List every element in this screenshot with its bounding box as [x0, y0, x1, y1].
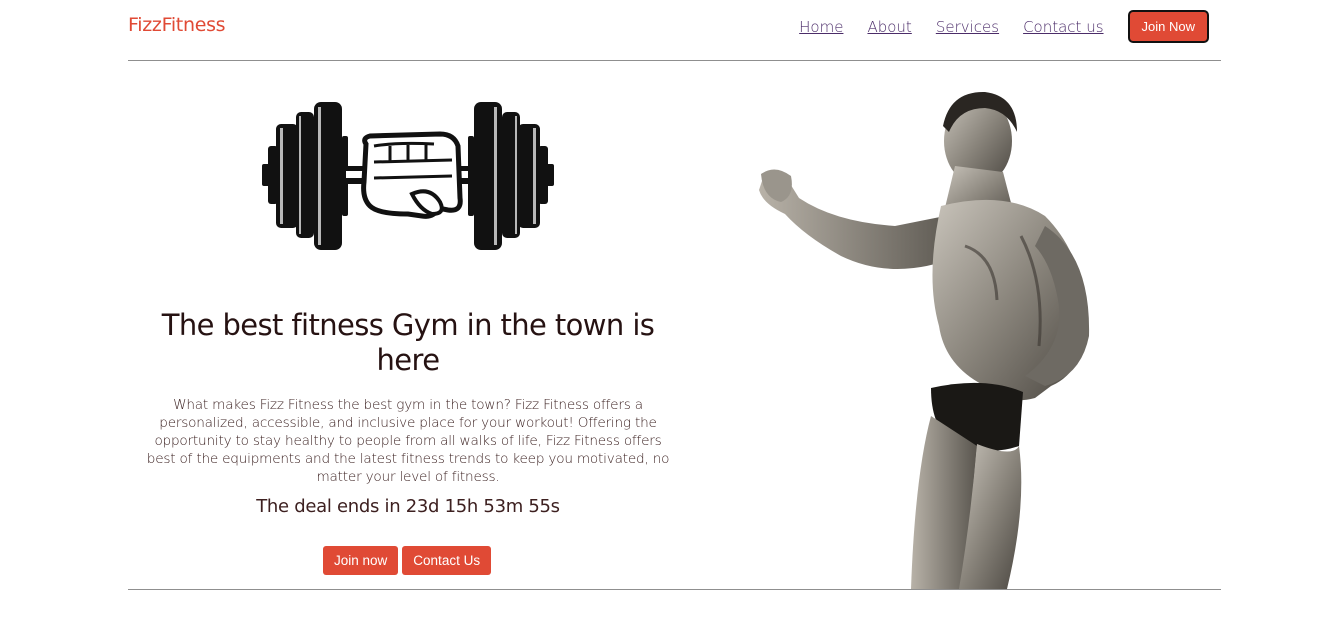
dumbbell-fist-icon	[262, 102, 554, 250]
nav-home-link[interactable]: Home	[799, 18, 843, 36]
deal-countdown: The deal ends in 23d 15h 53m 55s	[256, 496, 560, 517]
site-header: FizzFitness Home About Services Contact …	[128, 0, 1221, 61]
hero-actions: Join now Contact Us	[323, 546, 492, 575]
bottom-divider	[128, 589, 1221, 590]
main-nav: Home About Services Contact us Join Now	[799, 10, 1209, 43]
bodybuilder-image	[759, 91, 1090, 589]
hero-description: What makes Fizz Fitness the best gym in …	[146, 397, 670, 485]
hero-headline: The best fitness Gym in the town is here	[161, 308, 655, 377]
nav-contact-link[interactable]: Contact us	[1023, 18, 1103, 36]
contact-us-button[interactable]: Contact Us	[402, 546, 492, 575]
join-now-button[interactable]: Join Now	[1127, 10, 1209, 43]
page: FizzFitness Home About Services Contact …	[0, 0, 1342, 621]
brand-logo[interactable]: FizzFitness	[128, 14, 226, 36]
nav-about-link[interactable]: About	[867, 18, 911, 36]
nav-services-link[interactable]: Services	[936, 18, 999, 36]
join-now-hero-button[interactable]: Join now	[323, 546, 399, 575]
